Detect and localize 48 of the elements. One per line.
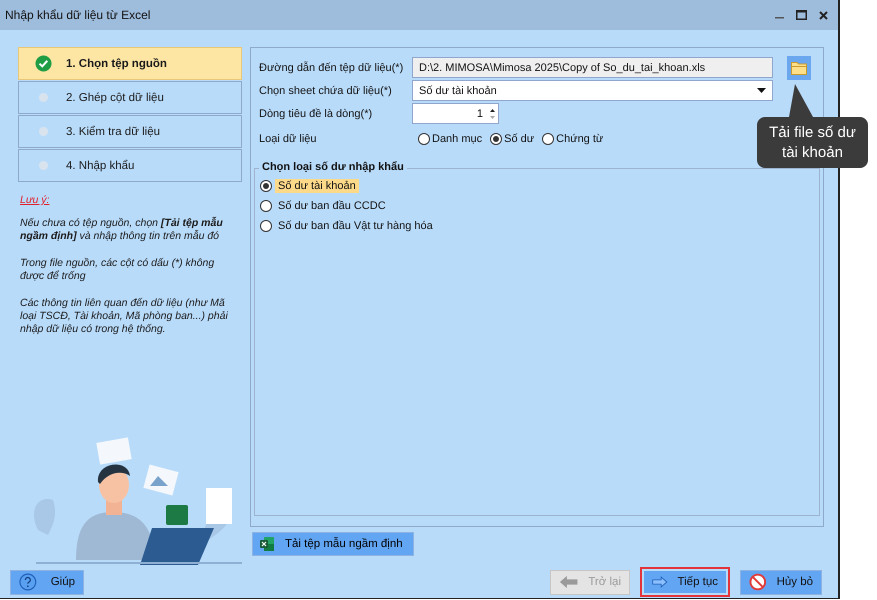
file-path-field[interactable]: D:\2. MIMOSA\Mimosa 2025\Copy of So_du_tai_khoan.xls [412,57,773,78]
right-arrow-icon [652,574,668,590]
cancel-button[interactable]: Hủy bỏ [740,570,822,594]
pending-dot [39,93,48,102]
step-item[interactable]: 4. Nhập khẩu [18,149,242,182]
radio-label: Chứng từ [556,133,604,145]
prohibited-icon [749,573,767,591]
header-row-spinner[interactable]: 1 [412,103,499,124]
download-template-button[interactable]: Tải tệp mẫu ngầm định [252,532,414,556]
note-text: Trong file nguồn, các cột có dấu (*) không được để trống [20,257,216,283]
tooltip: Tải file số dư tài khoản [757,84,868,168]
radio-label: Danh mục [432,133,482,145]
field-label: Đường dẫn đến tệp dữ liệu(*) [259,62,404,74]
step-item[interactable]: 1. Chọn tệp nguồn [18,47,242,80]
window-title: Nhập khẩu dữ liệu từ Excel [5,8,152,22]
folder-icon [791,60,807,74]
radio-label: Số dư ban đầu Vật tư hàng hóa [277,219,434,233]
spinner-arrows-icon [489,106,496,120]
sheet-dropdown[interactable]: Số dư tài khoản [412,80,773,101]
balance-type-radio[interactable]: Số dư ban đầu Vật tư hàng hóa [260,219,819,233]
maximize-icon[interactable] [796,10,807,20]
spreadsheet-icon [259,536,275,552]
close-icon[interactable] [819,10,828,20]
data-type-radio[interactable]: Danh mục [418,133,482,145]
caret-icon [757,88,766,93]
field-label: Chọn sheet chứa dữ liệu(*) [259,84,393,96]
group-title: Chọn loại số dư nhập khẩu [259,161,407,173]
balance-type-radio[interactable]: Số dư tài khoản [260,179,819,193]
note-text: Nếu chưa có tệp nguồn, chọn [Tải tệp mẫu ngầm định] và nhập thông tin trên mẫu đó [20,217,224,243]
radio-label: Số dư [504,133,534,145]
pending-dot [39,127,48,136]
balance-type-radio[interactable]: Số dư ban đầu CCDC [260,199,819,213]
step-item[interactable]: 2. Ghép cột dữ liệu [18,81,242,114]
help-button[interactable]: Giúp [10,570,84,594]
data-type-radio[interactable]: Số dư [490,133,534,145]
check-icon [35,55,52,72]
next-button[interactable]: Tiếp tục [640,567,730,597]
note-heading: Lưu ý: [20,194,50,207]
field-label: Dòng tiêu đề là dòng(*) [259,108,374,120]
radio-label: Số dư tài khoản [275,179,359,193]
step-item[interactable]: 3. Kiểm tra dữ liệu [18,115,242,148]
left-arrow-icon [559,574,578,590]
field-label: Loại dữ liệu [259,133,318,145]
help-icon [19,573,37,591]
data-type-radio[interactable]: Chứng từ [542,133,604,145]
radio-label: Số dư ban đầu CCDC [277,199,387,213]
note-text: Các thông tin liên quan đến dữ liệu (như Mã loại TSCĐ, Tài khoản, Mã phòng ban...) phải nhập dữ liệu có trong hệ thống. [20,297,229,336]
pending-dot [39,161,48,170]
